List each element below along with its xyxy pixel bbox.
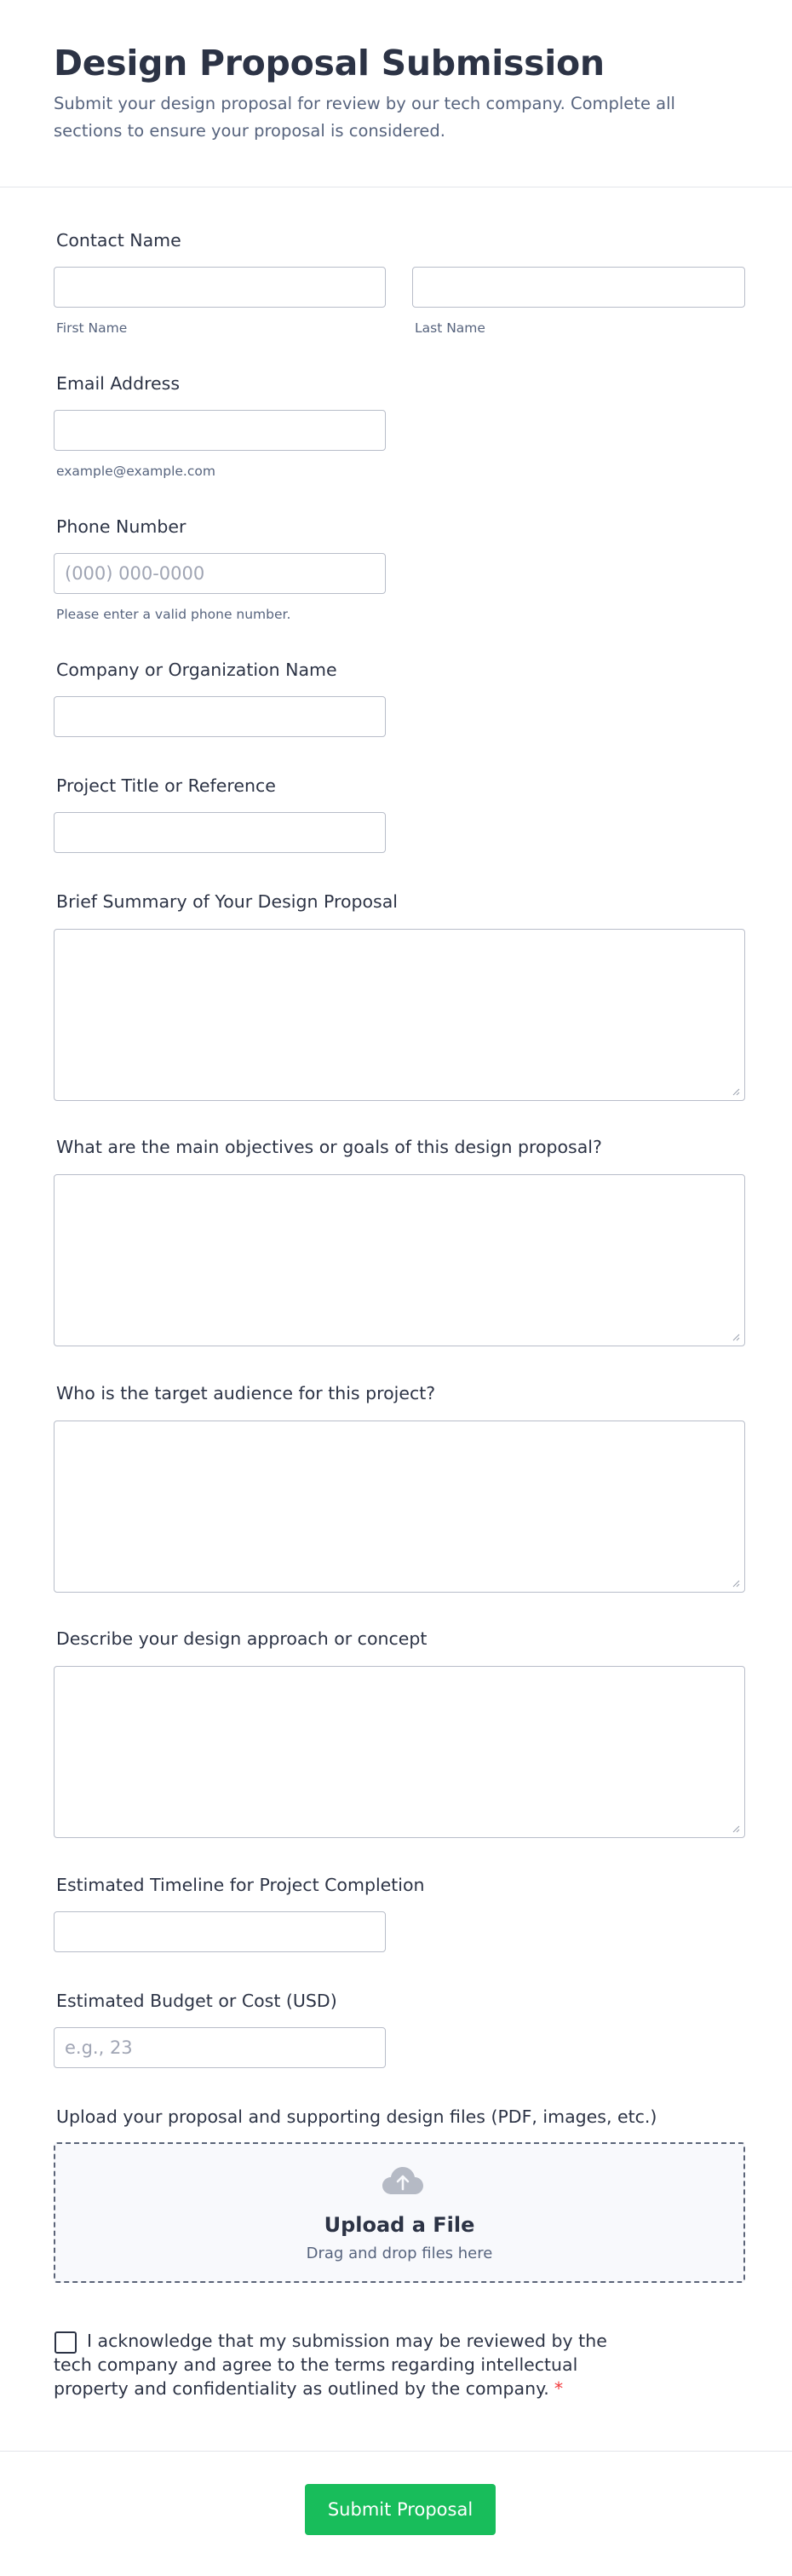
first-name-input[interactable] [54,267,386,308]
email-label: Email Address [56,373,181,394]
file-upload-dropzone[interactable]: Upload a File Drag and drop files here [54,2142,745,2283]
audience-label: Who is the target audience for this proj… [56,1383,436,1403]
summary-label: Brief Summary of Your Design Proposal [56,891,398,912]
upload-subtitle: Drag and drop files here [306,2245,493,2262]
page-title: Design Proposal Submission [54,43,605,84]
acknowledge-label: I acknowledge that my submission may be … [54,2329,616,2400]
project-title-label: Project Title or Reference [56,775,276,796]
project-title-field[interactable] [54,812,386,853]
resize-grip-icon[interactable] [732,1088,740,1096]
form-footer: Submit Proposal [0,2451,792,2576]
objectives-textarea[interactable] [54,1174,745,1346]
page-subtitle: Submit your design proposal for review b… [54,94,675,141]
summary-textarea[interactable] [54,929,745,1101]
upload-label: Upload your proposal and supporting desi… [56,2106,657,2127]
company-field[interactable] [54,696,386,737]
phone-sublabel: Please enter a valid phone number. [56,607,291,622]
first-name-sublabel: First Name [56,320,128,336]
approach-label: Describe your design approach or concept [56,1628,428,1649]
resize-grip-icon[interactable] [732,1580,740,1588]
email-field[interactable] [54,410,386,451]
objectives-label: What are the main objectives or goals of… [56,1137,602,1157]
resize-grip-icon[interactable] [732,1825,740,1833]
timeline-field[interactable] [54,1911,386,1952]
timeline-label: Estimated Timeline for Project Completio… [56,1875,425,1895]
cloud-upload-icon [382,2167,423,2194]
submit-button[interactable]: Submit Proposal [305,2484,496,2535]
contact-name-label: Contact Name [56,230,181,251]
resize-grip-icon[interactable] [732,1334,740,1341]
last-name-input[interactable] [412,267,745,308]
form-header: Design Proposal Submission Submit your d… [0,0,792,187]
upload-title: Upload a File [324,2213,475,2237]
email-sublabel: example@example.com [56,464,215,479]
phone-field[interactable] [54,553,386,594]
budget-field[interactable] [54,2027,386,2068]
acknowledge-text: I acknowledge that my submission may be … [54,2331,607,2399]
phone-label: Phone Number [56,516,187,537]
company-label: Company or Organization Name [56,660,337,680]
last-name-sublabel: Last Name [415,320,485,336]
budget-label: Estimated Budget or Cost (USD) [56,1991,337,2011]
approach-textarea[interactable] [54,1666,745,1838]
audience-textarea[interactable] [54,1421,745,1593]
required-asterisk: * [554,2378,564,2399]
